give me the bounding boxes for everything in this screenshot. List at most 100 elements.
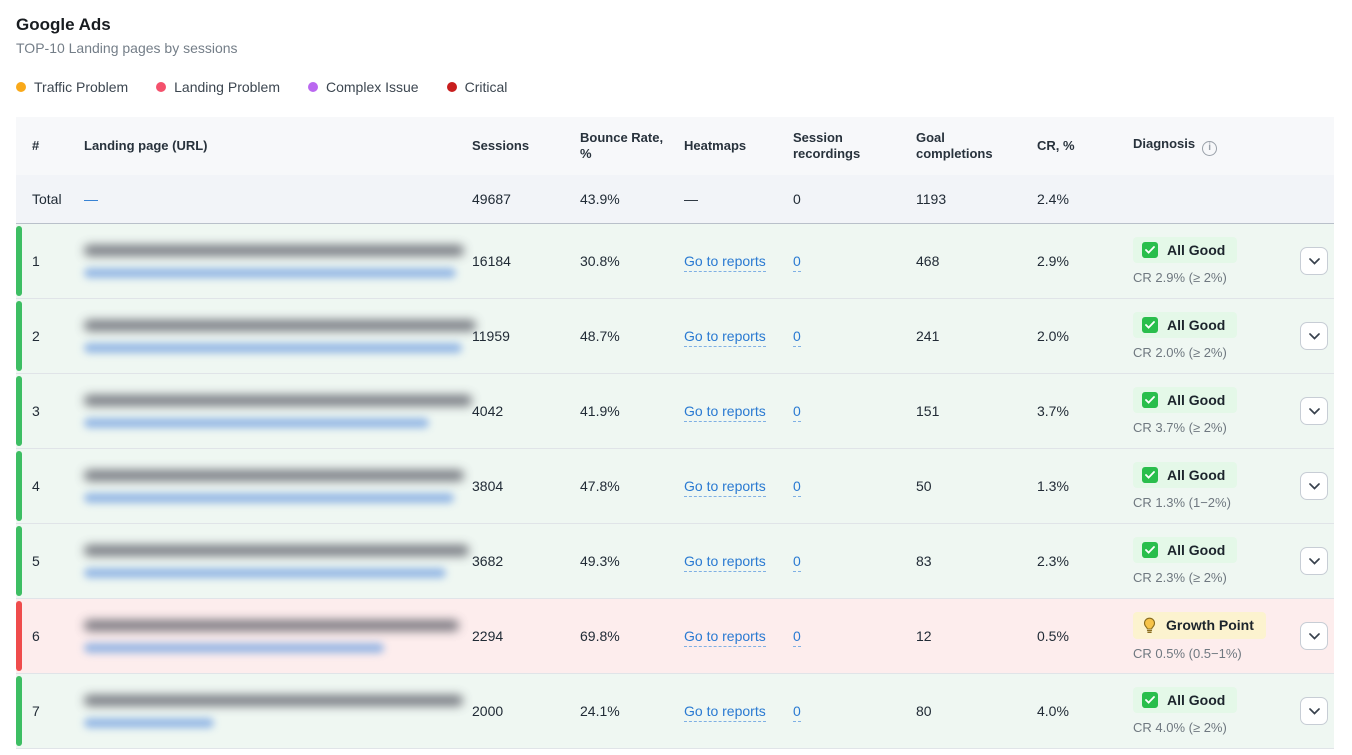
goal-completions-value: 468: [916, 253, 940, 269]
redacted-page-url-link[interactable]: [84, 717, 214, 728]
bounce-rate-value: 69.8%: [580, 628, 620, 644]
heatmaps-go-to-reports-link[interactable]: Go to reports: [684, 628, 766, 647]
cr-value: 3.7%: [1037, 403, 1069, 419]
heatmaps-go-to-reports-link[interactable]: Go to reports: [684, 328, 766, 347]
cr-value: 4.0%: [1037, 703, 1069, 719]
row-number: 5: [32, 553, 40, 569]
expand-row-button[interactable]: [1300, 322, 1328, 350]
status-bar: [16, 526, 22, 596]
diagnosis-info-icon[interactable]: i: [1202, 140, 1218, 156]
legend-item-landing-problem: Landing Problem: [156, 79, 280, 95]
heatmaps-go-to-reports-link[interactable]: Go to reports: [684, 253, 766, 272]
redacted-page-url-link[interactable]: [84, 342, 462, 353]
landing-page-cell: [84, 469, 472, 503]
expand-row-button[interactable]: [1300, 547, 1328, 575]
diagnosis-note: CR 1.3% (1−2%): [1133, 495, 1231, 510]
diagnosis-cell: All Good CR 4.0% (≥ 2%): [1133, 687, 1298, 735]
diagnosis-label: Growth Point: [1166, 617, 1254, 633]
redacted-page-url-link[interactable]: [84, 417, 429, 428]
diagnosis-cell: All Good CR 2.9% (≥ 2%): [1133, 237, 1298, 285]
google-ads-report-page: Google Ads TOP-10 Landing pages by sessi…: [0, 0, 1352, 749]
sessions-value: 3804: [472, 478, 504, 494]
sessions-value: 2000: [472, 703, 504, 719]
expand-row-button[interactable]: [1300, 472, 1328, 500]
redacted-page-title: [84, 394, 472, 406]
diagnosis-badge: All Good: [1133, 462, 1238, 488]
table-total-row: Total — 49687 43.9% — 0 1193 2.4%: [16, 175, 1334, 224]
row-number: 6: [32, 628, 40, 644]
diagnosis-note: CR 2.9% (≥ 2%): [1133, 270, 1227, 285]
total-session-recordings: 0: [793, 191, 801, 207]
redacted-page-url-link[interactable]: [84, 567, 446, 578]
session-recordings-link[interactable]: 0: [793, 478, 801, 497]
landing-page-cell: [84, 619, 472, 653]
landing-page-cell: [84, 319, 476, 353]
column-header-heatmaps: Heatmaps: [684, 138, 747, 153]
redacted-page-title: [84, 544, 469, 556]
redacted-page-url-link[interactable]: [84, 642, 384, 653]
legend-item-traffic-problem: Traffic Problem: [16, 79, 128, 95]
redacted-page-url-link[interactable]: [84, 267, 456, 278]
landing-problem-dot-icon: [156, 82, 167, 92]
diagnosis-note: CR 0.5% (0.5−1%): [1133, 645, 1242, 661]
redacted-page-title: [84, 469, 464, 481]
landing-pages-table: # Landing page (URL) Sessions Bounce Rat…: [16, 117, 1334, 749]
check-icon: [1142, 317, 1158, 333]
session-recordings-link[interactable]: 0: [793, 553, 801, 572]
heatmaps-go-to-reports-link[interactable]: Go to reports: [684, 703, 766, 722]
diagnosis-label: All Good: [1167, 317, 1226, 333]
row-number: 2: [32, 328, 40, 344]
table-header-row: # Landing page (URL) Sessions Bounce Rat…: [16, 117, 1334, 175]
session-recordings-link[interactable]: 0: [793, 403, 801, 422]
heatmaps-go-to-reports-link[interactable]: Go to reports: [684, 403, 766, 422]
check-icon: [1142, 242, 1158, 258]
session-recordings-link[interactable]: 0: [793, 628, 801, 647]
cr-value: 0.5%: [1037, 628, 1069, 644]
check-icon: [1142, 467, 1158, 483]
landing-page-cell: [84, 544, 472, 578]
diagnosis-cell: All Good CR 1.3% (1−2%): [1133, 462, 1298, 510]
row-number: 1: [32, 253, 40, 269]
goal-completions-value: 83: [916, 553, 932, 569]
table-row: 5 3682 49.3% Go to reports 0 83 2.3% All…: [16, 524, 1334, 599]
check-icon: [1142, 692, 1158, 708]
heatmaps-go-to-reports-link[interactable]: Go to reports: [684, 553, 766, 572]
bounce-rate-value: 47.8%: [580, 478, 620, 494]
goal-completions-value: 50: [916, 478, 932, 494]
total-sessions: 49687: [472, 191, 511, 207]
landing-page-cell: [84, 244, 472, 278]
sessions-value: 11959: [472, 328, 510, 344]
total-url: —: [84, 191, 98, 207]
table-row: 3 4042 41.9% Go to reports 0 151 3.7% Al…: [16, 374, 1334, 449]
heatmaps-go-to-reports-link[interactable]: Go to reports: [684, 478, 766, 497]
table-row: 4 3804 47.8% Go to reports 0 50 1.3% All…: [16, 449, 1334, 524]
column-header-session-recordings: Session recordings: [793, 130, 861, 161]
expand-row-button[interactable]: [1300, 247, 1328, 275]
legend-label: Critical: [464, 79, 508, 95]
column-header-cr: CR, %: [1037, 138, 1075, 153]
page-subtitle: TOP-10 Landing pages by sessions: [16, 40, 238, 56]
expand-row-button[interactable]: [1300, 622, 1328, 650]
table-row: 2 11959 48.7% Go to reports 0 241 2.0% A…: [16, 299, 1334, 374]
diagnosis-badge: All Good: [1133, 387, 1238, 413]
column-header-number: #: [32, 138, 40, 153]
bounce-rate-value: 48.7%: [580, 328, 620, 344]
diagnosis-label: All Good: [1167, 467, 1226, 483]
cr-value: 2.3%: [1037, 553, 1069, 569]
session-recordings-link[interactable]: 0: [793, 703, 801, 722]
session-recordings-link[interactable]: 0: [793, 253, 801, 272]
diagnosis-badge: All Good: [1133, 537, 1238, 563]
status-bar: [16, 676, 22, 746]
table-row: 7 2000 24.1% Go to reports 0 80 4.0% All…: [16, 674, 1334, 749]
diagnosis-legend: Traffic Problem Landing Problem Complex …: [16, 78, 1336, 96]
status-bar: [16, 451, 22, 521]
session-recordings-link[interactable]: 0: [793, 328, 801, 347]
expand-row-button[interactable]: [1300, 697, 1328, 725]
sessions-value: 2294: [472, 628, 504, 644]
landing-page-cell: [84, 694, 472, 728]
diagnosis-cell: All Good CR 3.7% (≥ 2%): [1133, 387, 1298, 435]
check-icon: [1142, 392, 1158, 408]
redacted-page-url-link[interactable]: [84, 492, 454, 503]
expand-row-button[interactable]: [1300, 397, 1328, 425]
legend-label: Complex Issue: [326, 79, 419, 95]
